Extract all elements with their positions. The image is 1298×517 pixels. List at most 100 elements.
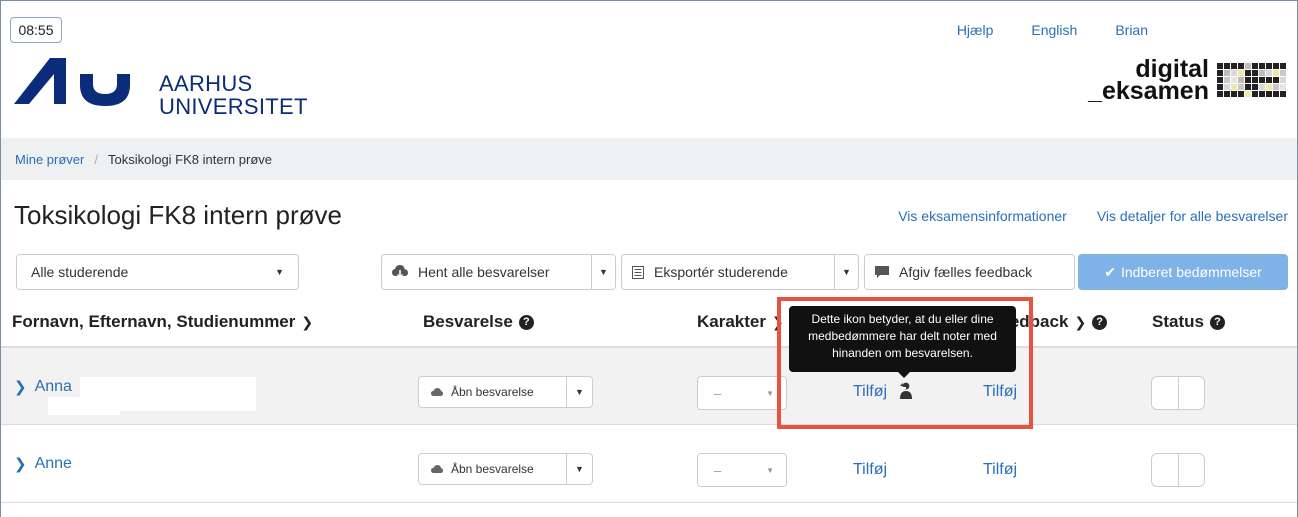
chevron-down-icon: ▼: [275, 267, 284, 277]
de-logo-pixel: [1273, 77, 1279, 83]
user-link[interactable]: Brian: [1115, 22, 1148, 38]
status-toggle[interactable]: [1151, 453, 1205, 487]
column-header-name[interactable]: Fornavn, Efternavn, Studienummer ❯: [12, 312, 313, 332]
de-logo-pixel: [1245, 84, 1251, 90]
de-logo-pixel: [1280, 91, 1286, 97]
de-logo-pixel: [1273, 70, 1279, 76]
exam-info-link[interactable]: Vis eksamensinformationer: [898, 208, 1067, 224]
row-divider: [1, 502, 1297, 503]
redacted-student-number: [48, 397, 120, 415]
all-details-link[interactable]: Vis detaljer for alle besvarelser: [1097, 208, 1288, 224]
column-header-submission: Besvarelse ?: [423, 312, 534, 332]
de-logo-pixel: [1266, 84, 1272, 90]
comment-icon: [875, 265, 889, 278]
de-logo-pixel: [1252, 77, 1258, 83]
open-submission-dropdown-toggle[interactable]: ▼: [566, 454, 592, 484]
de-logo-text: digital _eksamen: [1088, 55, 1209, 105]
de-logo-pixel: [1259, 91, 1265, 97]
de-logo-pixel: [1231, 77, 1237, 83]
de-logo-pixel: [1259, 84, 1265, 90]
download-all-dropdown-toggle[interactable]: ▼: [591, 255, 615, 289]
grade-select[interactable]: – ▼: [697, 453, 787, 487]
de-logo-pixel: [1224, 63, 1230, 69]
question-circle-icon[interactable]: ?: [1209, 314, 1225, 330]
tooltip-arrow: [898, 372, 910, 378]
de-logo-pixel: [1280, 70, 1286, 76]
de-logo-pixel: [1224, 91, 1230, 97]
open-submission-button[interactable]: Åbn besvarelse ▼: [418, 453, 593, 485]
student-filter-select[interactable]: Alle studerende ▼: [16, 254, 299, 290]
chevron-down-icon: ❯: [301, 313, 314, 330]
breadcrumb-my-exams[interactable]: Mine prøver: [15, 152, 84, 167]
chevron-down-icon: ▼: [766, 388, 774, 398]
breadcrumb-current: Toksikologi FK8 intern prøve: [107, 151, 272, 167]
de-logo-pixel: [1266, 70, 1272, 76]
chevron-right-icon: ❯: [14, 379, 27, 396]
de-logo-pixel: [1259, 70, 1265, 76]
column-header-grade[interactable]: Karakter ❯: [697, 312, 784, 332]
open-submission-dropdown-toggle[interactable]: ▼: [566, 377, 592, 407]
cloud-icon: [431, 465, 443, 473]
download-all-button[interactable]: Hent alle besvarelser ▼: [381, 254, 616, 290]
de-logo-pixel: [1252, 91, 1258, 97]
cloud-icon: [431, 388, 443, 396]
de-logo-pixel: [1245, 91, 1251, 97]
de-logo-pixel: [1273, 91, 1279, 97]
question-circle-icon[interactable]: ?: [518, 314, 534, 330]
de-logo-pixel: [1217, 63, 1223, 69]
de-logo-pixel: [1245, 77, 1251, 83]
de-logo-pixel: [1245, 70, 1251, 76]
cloud-download-icon: [392, 265, 408, 279]
de-logo-mark: [1217, 63, 1286, 97]
status-toggle[interactable]: [1151, 376, 1205, 410]
de-logo-pixel: [1217, 91, 1223, 97]
de-logo-pixel: [1252, 63, 1258, 69]
add-notes-link[interactable]: Tilføj: [853, 461, 887, 479]
common-feedback-button[interactable]: Afgiv fælles feedback: [864, 254, 1075, 290]
de-logo-pixel: [1231, 84, 1237, 90]
de-logo-pixel: [1217, 84, 1223, 90]
top-nav: Hjælp English Brian: [957, 22, 1148, 38]
de-logo-pixel: [1238, 91, 1244, 97]
shared-notes-tooltip: Dette ikon betyder, at du eller dine med…: [789, 306, 1016, 372]
submit-grades-button[interactable]: ✔ Indberet bedømmelser: [1078, 254, 1288, 290]
de-logo-pixel: [1231, 91, 1237, 97]
de-logo-pixel: [1238, 63, 1244, 69]
de-logo-pixel: [1224, 70, 1230, 76]
student-name-link[interactable]: ❯ Anne: [14, 455, 72, 473]
question-circle-icon[interactable]: ?: [1092, 314, 1108, 330]
language-link[interactable]: English: [1031, 22, 1077, 38]
de-logo-pixel: [1224, 84, 1230, 90]
help-link[interactable]: Hjælp: [957, 22, 994, 38]
student-filter-value: Alle studerende: [31, 264, 129, 280]
de-logo-pixel: [1280, 63, 1286, 69]
export-dropdown-toggle[interactable]: ▼: [834, 255, 858, 289]
info-links: Vis eksamensinformationer Vis detaljer f…: [898, 208, 1288, 224]
check-icon: ✔: [1104, 263, 1116, 280]
open-submission-button[interactable]: Åbn besvarelse ▼: [418, 376, 593, 408]
breadcrumb-separator: /: [94, 151, 98, 167]
de-logo-pixel: [1280, 84, 1286, 90]
de-logo-pixel: [1259, 63, 1265, 69]
breadcrumb: Mine prøver / Toksikologi FK8 intern prø…: [1, 138, 1297, 180]
digital-eksamen-logo[interactable]: digital _eksamen: [1088, 55, 1286, 105]
aarhus-university-logo[interactable]: [14, 58, 132, 113]
page-title: Toksikologi FK8 intern prøve: [14, 200, 343, 230]
grade-select[interactable]: – ▼: [697, 376, 787, 410]
de-logo-pixel: [1238, 84, 1244, 90]
de-logo-pixel: [1266, 77, 1272, 83]
de-logo-pixel: [1231, 70, 1237, 76]
au-logo-mark: [14, 58, 130, 106]
de-logo-pixel: [1238, 77, 1244, 83]
de-logo-pixel: [1280, 77, 1286, 83]
de-logo-pixel: [1231, 63, 1237, 69]
session-clock: 08:55: [10, 17, 62, 43]
export-students-button[interactable]: Eksportér studerende ▼: [621, 254, 859, 290]
chevron-down-icon: ▼: [766, 465, 774, 475]
add-feedback-link[interactable]: Tilføj: [983, 461, 1017, 479]
student-name-link[interactable]: ❯ Anna: [14, 378, 72, 396]
de-logo-pixel: [1273, 84, 1279, 90]
de-logo-pixel: [1252, 84, 1258, 90]
column-header-status: Status ?: [1152, 312, 1225, 332]
table-icon: [632, 265, 644, 279]
